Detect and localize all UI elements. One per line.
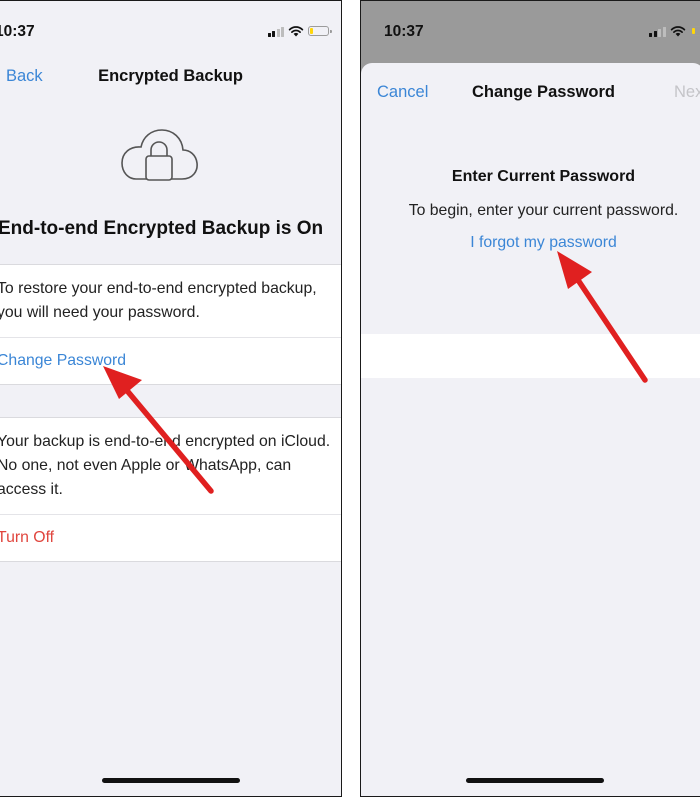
home-indicator (466, 778, 604, 783)
change-password-screen: 10:37 Cancel Change Password Next Enter … (360, 0, 700, 797)
sheet-title: Change Password (471, 83, 616, 101)
cellular-signal-icon (267, 26, 284, 37)
modal-sheet: Cancel Change Password Next Enter Curren… (361, 63, 700, 796)
enter-password-heading: Enter Current Password (451, 168, 636, 185)
status-bar: 10:37 (0, 1, 341, 53)
status-time: 10:37 (0, 23, 35, 40)
enter-password-subtitle: To begin, enter your current password. (408, 202, 679, 219)
turn-off-button[interactable]: Turn Off (0, 514, 341, 561)
cloud-lock-icon (121, 129, 198, 181)
wifi-icon (288, 26, 304, 37)
cellular-signal-icon (649, 26, 666, 37)
current-password-input[interactable] (361, 334, 700, 378)
home-indicator (101, 778, 240, 783)
wifi-icon (670, 26, 685, 37)
nav-bar: Back Encrypted Backup (0, 53, 341, 99)
backup-description: Your backup is end-to-end encrypted on i… (0, 433, 331, 498)
restore-description: To restore your end-to-end encrypted bac… (0, 280, 317, 321)
battery-icon (308, 26, 332, 36)
status-bar: 10:37 (361, 1, 700, 53)
encrypted-backup-screen: 10:37 Back Encrypted Backup End-to-end E… (0, 0, 342, 797)
page-title: Encrypted Backup (98, 67, 243, 85)
battery-icon (689, 26, 700, 36)
status-time: 10:37 (384, 23, 424, 40)
forgot-password-link[interactable]: I forgot my password (361, 234, 700, 252)
status-icons (649, 25, 700, 37)
next-button[interactable]: Next (674, 83, 700, 102)
encryption-status-heading: End-to-end Encrypted Backup is On (0, 218, 324, 239)
status-icons (267, 25, 332, 37)
change-password-button[interactable]: Change Password (0, 337, 341, 384)
restore-info-card: To restore your end-to-end encrypted bac… (0, 264, 341, 385)
backup-info-card: Your backup is end-to-end encrypted on i… (0, 417, 341, 562)
